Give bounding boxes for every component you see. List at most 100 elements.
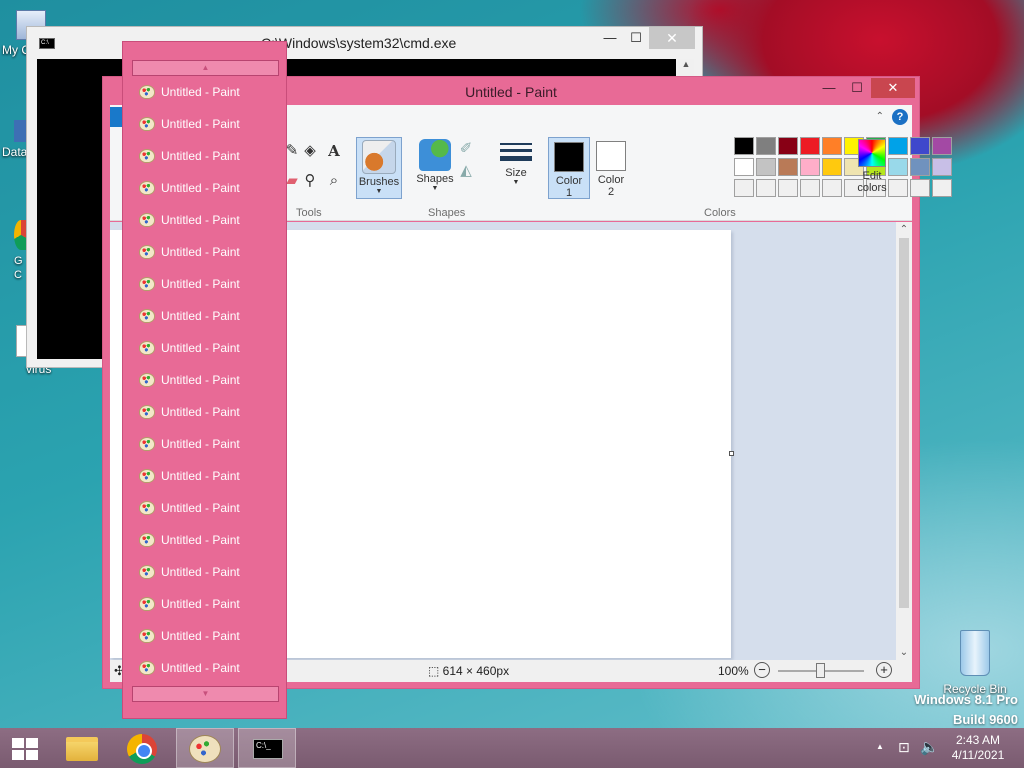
paint-palette-icon [139, 629, 155, 643]
list-scroll-up-button[interactable]: ▲ [132, 60, 279, 76]
scrollbar-thumb[interactable] [899, 238, 909, 608]
palette-color-swatch[interactable] [734, 137, 754, 155]
cmd-close-button[interactable]: ✕ [649, 27, 695, 49]
palette-color-swatch[interactable] [910, 158, 930, 176]
window-list-item[interactable]: Untitled - Paint [137, 338, 277, 358]
palette-color-swatch[interactable] [800, 137, 820, 155]
palette-color-swatch[interactable] [932, 179, 952, 197]
show-hidden-icons-button[interactable]: ▲ [876, 742, 884, 768]
color1-button[interactable]: Color 1 [548, 137, 590, 199]
taskbar-file-explorer[interactable] [52, 728, 110, 768]
palette-color-swatch[interactable] [800, 179, 820, 197]
taskbar-paint[interactable] [176, 728, 234, 768]
window-list-item[interactable]: Untitled - Paint [137, 466, 277, 486]
taskbar-cmd[interactable]: C:\_ [238, 728, 296, 768]
color2-swatch [596, 141, 626, 171]
outline-icon[interactable]: ✐ [456, 139, 476, 159]
zoom-in-button[interactable]: + [876, 662, 892, 678]
palette-color-swatch[interactable] [734, 158, 754, 176]
palette-color-swatch[interactable] [778, 158, 798, 176]
recycle-bin-icon [960, 630, 990, 676]
color-picker-tool-icon[interactable]: ⚲ [300, 171, 320, 191]
window-list-item[interactable]: Untitled - Paint [137, 146, 277, 166]
window-list-item[interactable]: Untitled - Paint [137, 658, 277, 678]
window-list-item[interactable]: Untitled - Paint [137, 594, 277, 614]
window-list-item-label: Untitled - Paint [161, 437, 240, 451]
window-list-item[interactable]: Untitled - Paint [137, 562, 277, 582]
window-list-item-label: Untitled - Paint [161, 405, 240, 419]
window-list-item[interactable]: Untitled - Paint [137, 82, 277, 102]
edit-colors-button[interactable] [952, 137, 996, 199]
fill-tool-icon[interactable]: ◈ [300, 141, 320, 161]
clock[interactable]: 2:43 AM 4/11/2021 [940, 733, 1016, 763]
fill-style-icon[interactable]: ◭ [456, 161, 476, 181]
zoom-slider-knob[interactable] [816, 663, 825, 678]
edit-colors-button[interactable]: Edit colors [852, 137, 892, 199]
paint-window-list-popup: ▲ ▼ Untitled - Paint Untitled - Paint Unti… [122, 41, 287, 719]
edit-colors-label: Edit colors [857, 170, 887, 194]
palette-color-swatch[interactable] [778, 179, 798, 197]
paint-palette-icon [139, 181, 155, 195]
text-tool-icon[interactable]: A [324, 141, 344, 161]
window-list-item[interactable]: Untitled - Paint [137, 402, 277, 422]
color2-label: Color 2 [597, 174, 625, 198]
desktop-icon-recycle-bin[interactable]: Recycle Bin [942, 630, 1008, 696]
shapes-button[interactable]: Shapes ▼ [412, 137, 458, 199]
window-list-item-label: Untitled - Paint [161, 309, 240, 323]
file-tab[interactable] [110, 107, 122, 127]
cmd-maximize-button[interactable]: ☐ [621, 27, 651, 49]
window-list-item[interactable]: Untitled - Paint [137, 210, 277, 230]
paint-palette-icon [139, 85, 155, 99]
canvas-vertical-scrollbar[interactable]: ⌃ ⌄ [896, 222, 912, 660]
window-list-item[interactable]: Untitled - Paint [137, 434, 277, 454]
palette-color-swatch[interactable] [932, 158, 952, 176]
window-list-item[interactable]: Untitled - Paint [137, 178, 277, 198]
paint-maximize-button[interactable]: ☐ [843, 78, 871, 98]
window-list-item[interactable]: Untitled - Paint [137, 114, 277, 134]
canvas-dimensions: ⬚ 614 × 460px [428, 664, 509, 678]
palette-color-swatch[interactable] [932, 137, 952, 155]
color2-button[interactable]: Color 2 [590, 137, 632, 199]
palette-color-swatch[interactable] [756, 137, 776, 155]
window-list-item[interactable]: Untitled - Paint [137, 274, 277, 294]
color1-label: Color 1 [555, 175, 583, 199]
palette-color-swatch[interactable] [910, 179, 930, 197]
paint-minimize-button[interactable]: — [815, 78, 843, 98]
palette-color-swatch[interactable] [778, 137, 798, 155]
chevron-down-icon: ▼ [512, 179, 520, 186]
palette-color-swatch[interactable] [756, 158, 776, 176]
window-list-item-label: Untitled - Paint [161, 565, 240, 579]
volume-icon[interactable]: 🔈 [920, 738, 939, 768]
canvas-resize-handle[interactable] [729, 451, 734, 456]
palette-color-swatch[interactable] [910, 137, 930, 155]
scroll-down-arrow-icon[interactable]: ⌄ [896, 647, 912, 658]
brushes-button[interactable]: Brushes ▼ [356, 137, 402, 199]
start-button[interactable] [0, 728, 48, 768]
palette-color-swatch[interactable] [800, 158, 820, 176]
magnifier-tool-icon[interactable]: ⌕ [324, 171, 344, 191]
scroll-up-arrow-icon[interactable]: ▲ [678, 59, 694, 69]
network-icon[interactable]: ⊡ [898, 739, 910, 768]
clock-date: 4/11/2021 [951, 748, 1005, 762]
window-list-item[interactable]: Untitled - Paint [137, 498, 277, 518]
size-button[interactable]: Size ▼ [494, 137, 538, 199]
scroll-up-arrow-icon[interactable]: ⌃ [896, 224, 912, 235]
paint-palette-icon [139, 341, 155, 355]
window-list-item[interactable]: Untitled - Paint [137, 370, 277, 390]
window-list-item[interactable]: Untitled - Paint [137, 530, 277, 550]
palette-color-swatch[interactable] [756, 179, 776, 197]
help-button[interactable]: ? [892, 109, 908, 125]
zoom-out-button[interactable]: − [754, 662, 770, 678]
palette-color-swatch[interactable] [822, 179, 842, 197]
palette-color-swatch[interactable] [734, 179, 754, 197]
window-list-item[interactable]: Untitled - Paint [137, 626, 277, 646]
window-list-item[interactable]: Untitled - Paint [137, 306, 277, 326]
window-list-item[interactable]: Untitled - Paint [137, 242, 277, 262]
paint-close-button[interactable]: ✕ [871, 78, 915, 98]
taskbar-chrome[interactable] [114, 728, 172, 768]
minimize-ribbon-icon[interactable]: ⌃ [876, 111, 884, 122]
list-scroll-down-button[interactable]: ▼ [132, 686, 279, 702]
window-list-item-label: Untitled - Paint [161, 85, 240, 99]
palette-color-swatch[interactable] [822, 158, 842, 176]
palette-color-swatch[interactable] [822, 137, 842, 155]
